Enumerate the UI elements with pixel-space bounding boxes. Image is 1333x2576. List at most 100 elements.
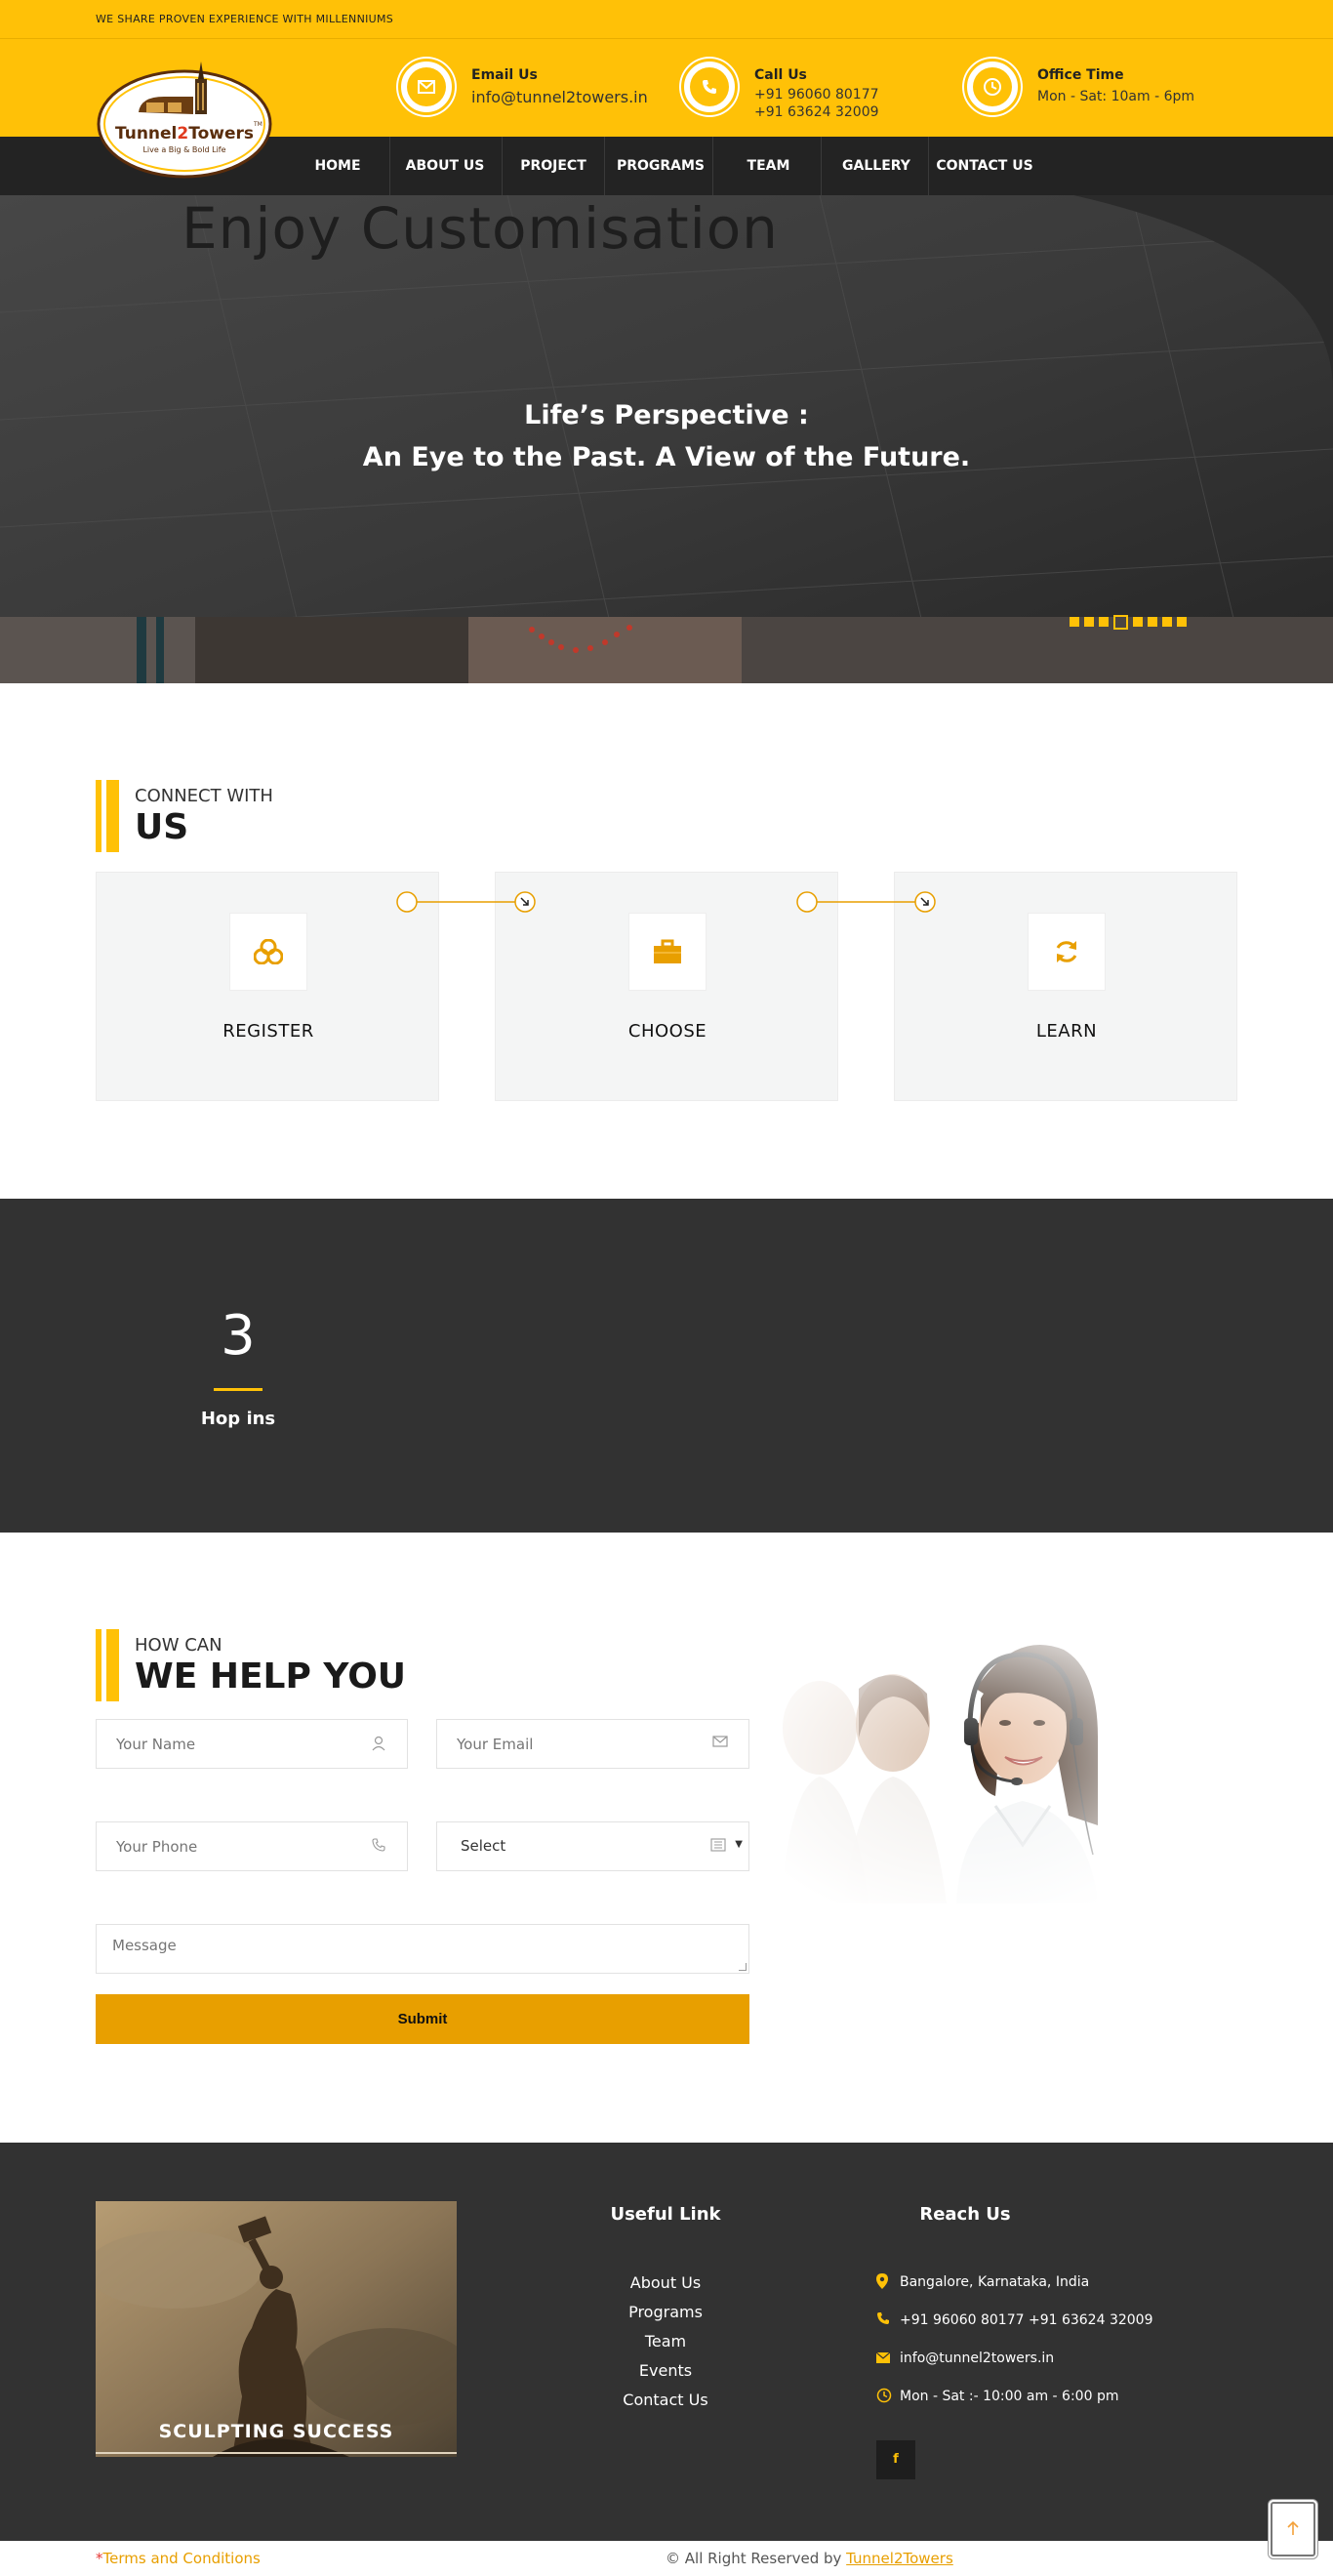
logo[interactable]: Tunnel2Towers TM Live a Big & Bold Life	[96, 54, 273, 179]
card-choose-label: CHOOSE	[627, 1021, 707, 1042]
phone-icon	[681, 59, 738, 115]
hero-slider: Enjoy Customisation Life’s Perspective :…	[0, 195, 1333, 683]
address-text: Bangalore, Karnataka, India	[900, 2274, 1090, 2290]
call-line-1[interactable]: +91 96060 80177	[754, 87, 879, 102]
contact-call: Call Us +91 96060 80177 +91 63624 32009	[681, 59, 925, 121]
copyright: © All Right Reserved by Tunnel2Towers	[666, 2550, 953, 2567]
help-heading-big: WE HELP YOU	[135, 1656, 407, 1697]
step-connector	[396, 891, 536, 913]
hero-background	[0, 195, 1333, 683]
nav-separator	[604, 137, 605, 195]
chevron-down-icon: ▼	[735, 1839, 743, 1850]
user-icon	[370, 1736, 387, 1753]
footer-link-about-us[interactable]: About Us	[568, 2273, 763, 2292]
card-learn-label: LEARN	[1035, 1021, 1098, 1042]
slider-dot[interactable]	[1084, 617, 1094, 627]
email-input[interactable]	[437, 1720, 748, 1768]
contact-office-time: Office Time Mon - Sat: 10am - 6pm	[964, 59, 1218, 121]
mail-icon	[875, 2350, 892, 2367]
facebook-button[interactable]: f	[876, 2440, 915, 2479]
footer-link-events[interactable]: Events	[568, 2361, 763, 2380]
hero-heading-line-1: Life’s Perspective :	[524, 400, 809, 430]
email-text[interactable]: info@tunnel2towers.in	[900, 2351, 1054, 2366]
card-learn[interactable]: LEARN	[894, 872, 1237, 1101]
nav-team[interactable]: TEAM	[722, 137, 815, 195]
slider-dot[interactable]	[1148, 617, 1157, 627]
submit-button[interactable]: Submit	[96, 1994, 749, 2044]
heading-accent-bar	[96, 1629, 119, 1701]
nav-gallery[interactable]: GALLERY	[828, 137, 925, 195]
clock-icon	[876, 2388, 892, 2405]
card-choose[interactable]: CHOOSE	[495, 872, 838, 1101]
nav-programs[interactable]: PROGRAMS	[611, 137, 710, 195]
nav-project[interactable]: PROJECT	[509, 137, 597, 195]
phone-icon	[876, 2311, 892, 2329]
email-field	[436, 1719, 749, 1769]
mail-icon	[398, 59, 455, 115]
image-caption: SCULPTING SUCCESS	[158, 2421, 394, 2442]
tagline: WE SHARE PROVEN EXPERIENCE WITH MILLENNI…	[96, 13, 394, 25]
support-agent-image	[761, 1620, 1171, 1903]
envelope-icon	[711, 1736, 729, 1753]
stat-number: 3	[221, 1304, 256, 1368]
nav-separator	[502, 137, 503, 195]
heading-accent-bar	[96, 780, 119, 852]
nav-separator	[928, 137, 929, 195]
top-bar: WE SHARE PROVEN EXPERIENCE WITH MILLENNI…	[0, 0, 1333, 39]
map-pin-icon	[876, 2273, 892, 2291]
stat-divider	[214, 1388, 263, 1391]
terms-text[interactable]: Terms and Conditions	[103, 2550, 261, 2567]
nav-about-us[interactable]: ABOUT US	[396, 137, 494, 195]
bottom-bar: *Terms and Conditions © All Right Reserv…	[0, 2541, 1333, 2576]
card-register[interactable]: REGISTER	[96, 872, 439, 1101]
clock-icon	[964, 59, 1021, 115]
nav-separator	[712, 137, 713, 195]
resize-handle-icon[interactable]	[739, 1963, 747, 1971]
sculpting-success-image: SCULPTING SUCCESS	[96, 2201, 457, 2457]
connect-heading-small: CONNECT WITH	[135, 786, 273, 806]
footer-link-team[interactable]: Team	[568, 2332, 763, 2351]
terms-asterisk: *	[96, 2550, 103, 2567]
connect-heading: CONNECT WITH US	[96, 780, 486, 852]
svg-text:TM: TM	[253, 121, 263, 128]
call-title: Call Us	[754, 67, 807, 83]
slider-dot-active[interactable]	[1113, 615, 1128, 630]
nav-home[interactable]: HOME	[299, 137, 377, 195]
svg-text:Tunnel2Towers: Tunnel2Towers	[115, 124, 254, 143]
message-field	[96, 1924, 749, 1974]
help-heading-small: HOW CAN	[135, 1635, 222, 1656]
contact-email: Email Us info@tunnel2towers.in	[398, 59, 652, 121]
footer-link-programs[interactable]: Programs	[568, 2303, 763, 2321]
list-icon	[709, 1838, 727, 1856]
briefcase-icon	[628, 913, 707, 991]
terms-link[interactable]: *Terms and Conditions	[96, 2550, 261, 2567]
email-value[interactable]: info@tunnel2towers.in	[471, 88, 648, 106]
office-hours: Mon - Sat: 10am - 6pm	[1037, 89, 1195, 104]
scroll-to-top-button[interactable]	[1271, 2502, 1315, 2556]
step-connector	[796, 891, 936, 913]
call-line-2[interactable]: +91 63624 32009	[754, 104, 879, 120]
phone-icon	[370, 1838, 387, 1856]
useful-link-heading: Useful Link	[610, 2204, 721, 2225]
email-title: Email Us	[471, 67, 538, 83]
slider-dot[interactable]	[1099, 617, 1109, 627]
program-select[interactable]: Select	[437, 1822, 748, 1870]
phone-text[interactable]: +91 96060 80177 +91 63624 32009	[900, 2312, 1153, 2328]
name-input[interactable]	[97, 1720, 407, 1768]
stat-label: Hop ins	[200, 1409, 276, 1429]
refresh-icon	[1028, 913, 1106, 991]
reach-us-heading: Reach Us	[919, 2204, 1011, 2225]
phone-field	[96, 1821, 408, 1871]
card-register-label: REGISTER	[222, 1021, 314, 1042]
slider-dot[interactable]	[1177, 617, 1187, 627]
footer-link-contact-us[interactable]: Contact Us	[568, 2391, 763, 2409]
brand-link[interactable]: Tunnel2Towers	[846, 2550, 953, 2567]
slider-dot[interactable]	[1070, 617, 1079, 627]
nav-contact-us[interactable]: CONTACT US	[933, 137, 1036, 195]
slider-dot[interactable]	[1133, 617, 1143, 627]
slider-dot[interactable]	[1162, 617, 1172, 627]
name-field	[96, 1719, 408, 1769]
message-input[interactable]	[97, 1925, 748, 1973]
phone-input[interactable]	[97, 1822, 407, 1870]
program-select-field: Select ▼	[436, 1821, 749, 1871]
